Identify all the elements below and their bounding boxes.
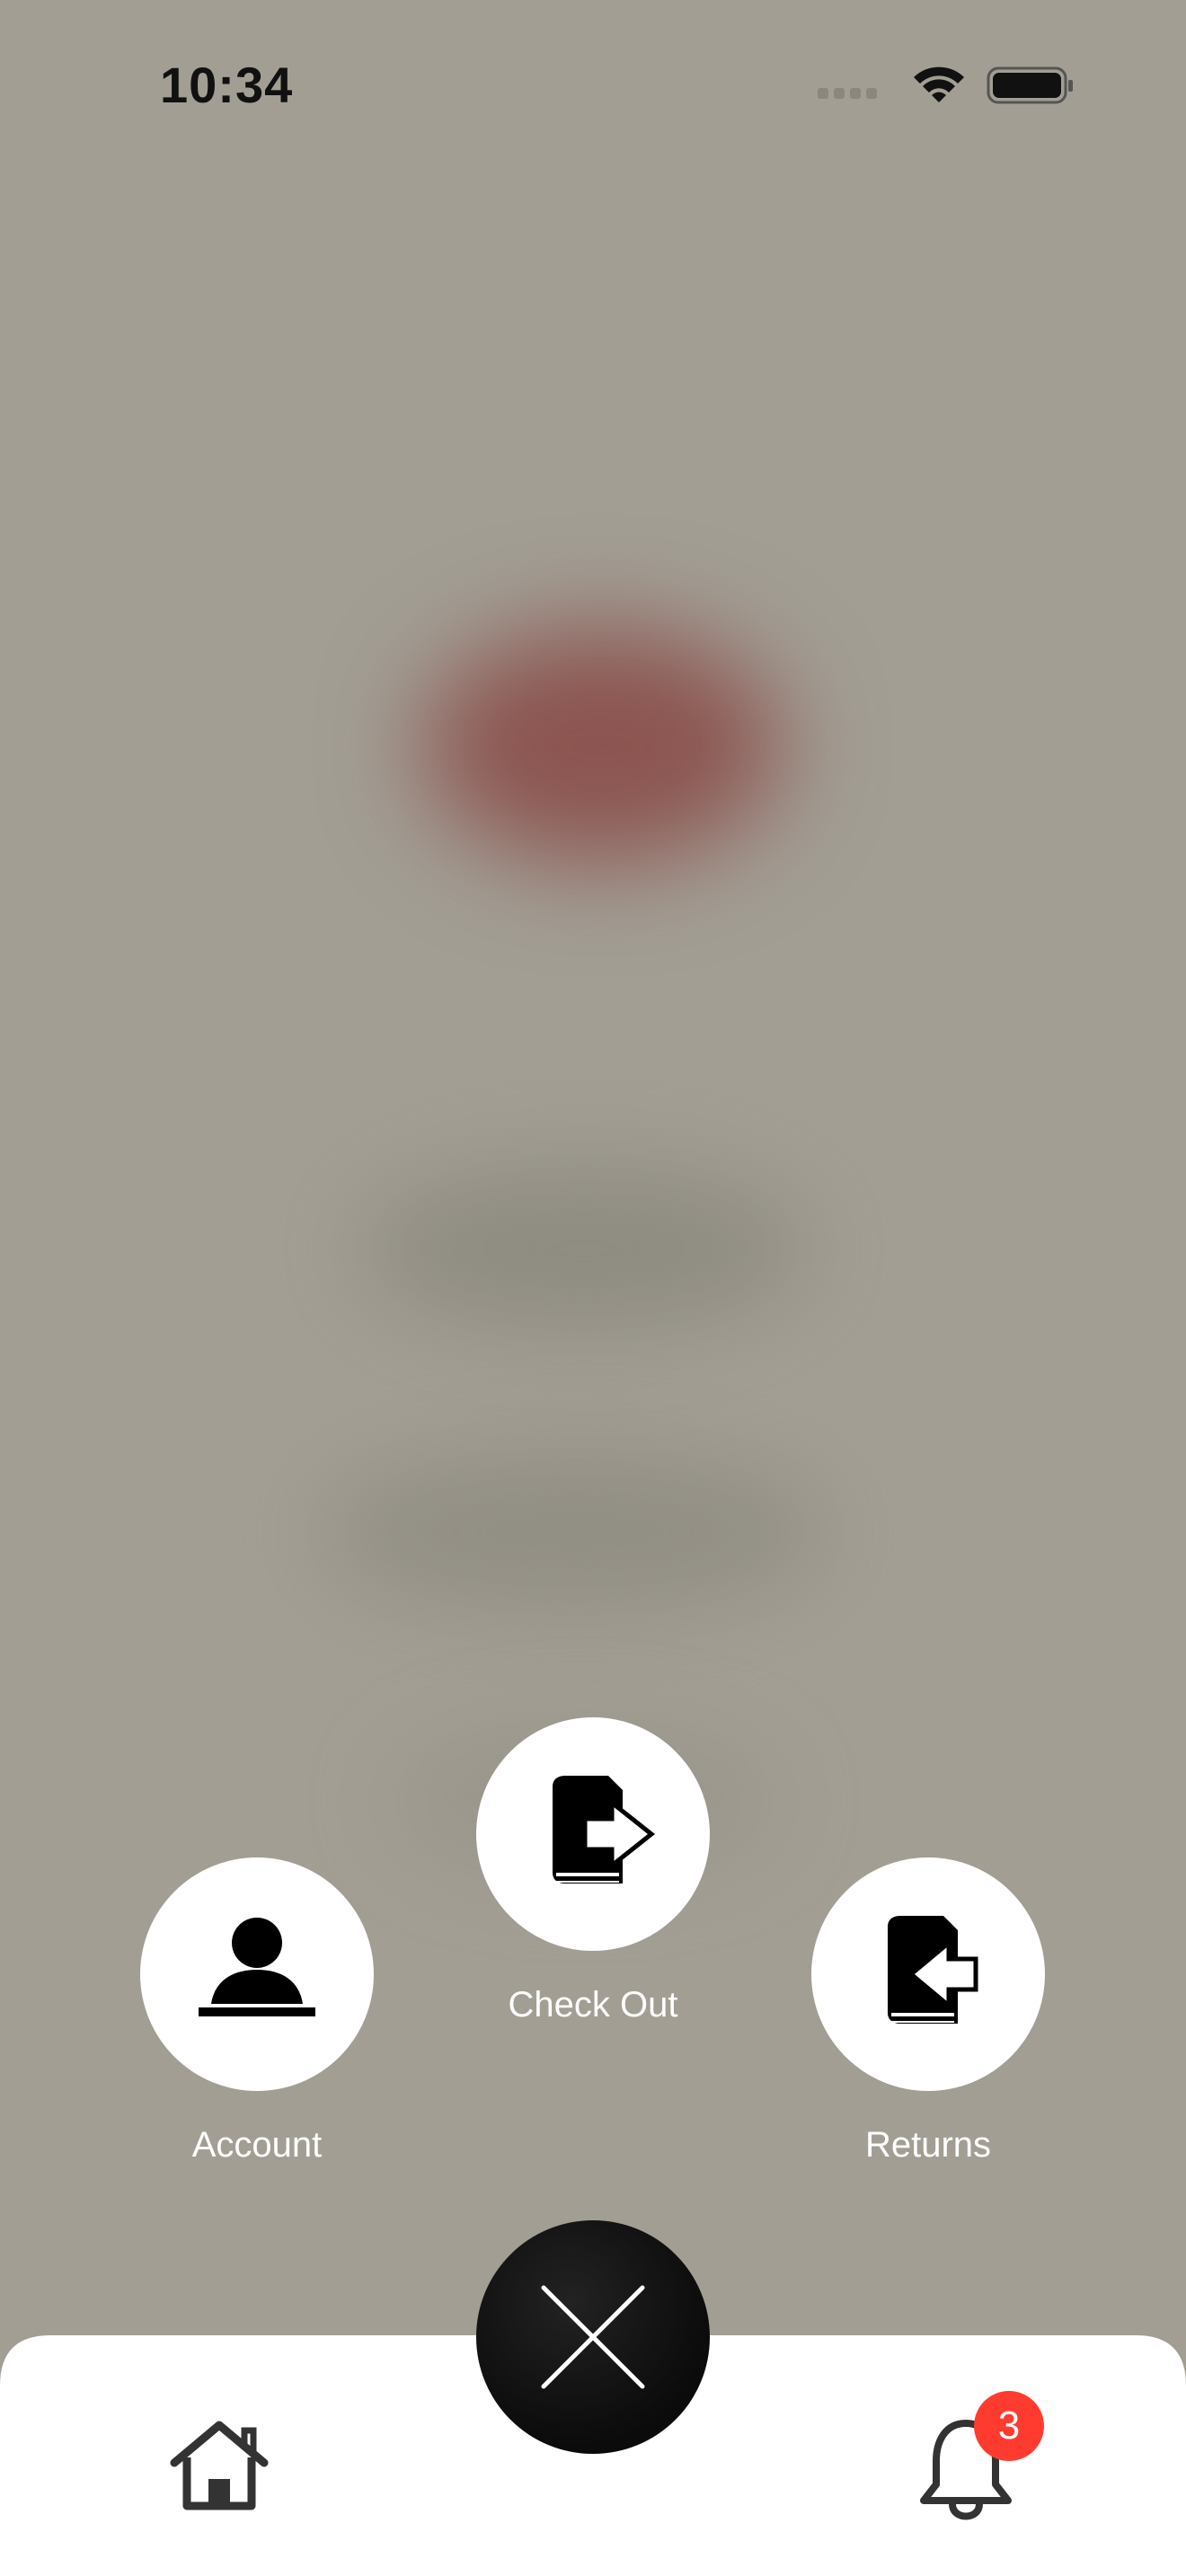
- check-out-button[interactable]: [476, 1717, 710, 1951]
- status-time: 10:34: [160, 57, 294, 113]
- notification-badge: 3: [974, 2391, 1044, 2461]
- returns-action[interactable]: Returns: [811, 1857, 1045, 2166]
- book-import-icon: [888, 1916, 978, 2024]
- close-icon: [541, 2285, 645, 2389]
- account-action[interactable]: Account: [140, 1857, 374, 2166]
- account-button[interactable]: [140, 1857, 374, 2091]
- book-export-icon: [553, 1776, 656, 1883]
- wifi-icon: [914, 66, 964, 102]
- battery-icon: [987, 66, 1073, 104]
- cellular-signal-icon: [818, 88, 877, 99]
- returns-label: Returns: [864, 2125, 992, 2165]
- returns-button[interactable]: [811, 1857, 1045, 2091]
- home-icon: [170, 2421, 269, 2510]
- person-at-desk-icon: [199, 1918, 315, 2016]
- account-label: Account: [191, 2125, 323, 2165]
- status-bar: 10:34: [0, 0, 1186, 180]
- check-out-action[interactable]: Check Out: [476, 1717, 710, 2025]
- check-out-label: Check Out: [508, 1985, 678, 2025]
- close-button[interactable]: [476, 2220, 710, 2454]
- status-icons: [818, 63, 1078, 112]
- tab-home[interactable]: [167, 2418, 271, 2516]
- blurred-background: [0, 0, 1186, 2576]
